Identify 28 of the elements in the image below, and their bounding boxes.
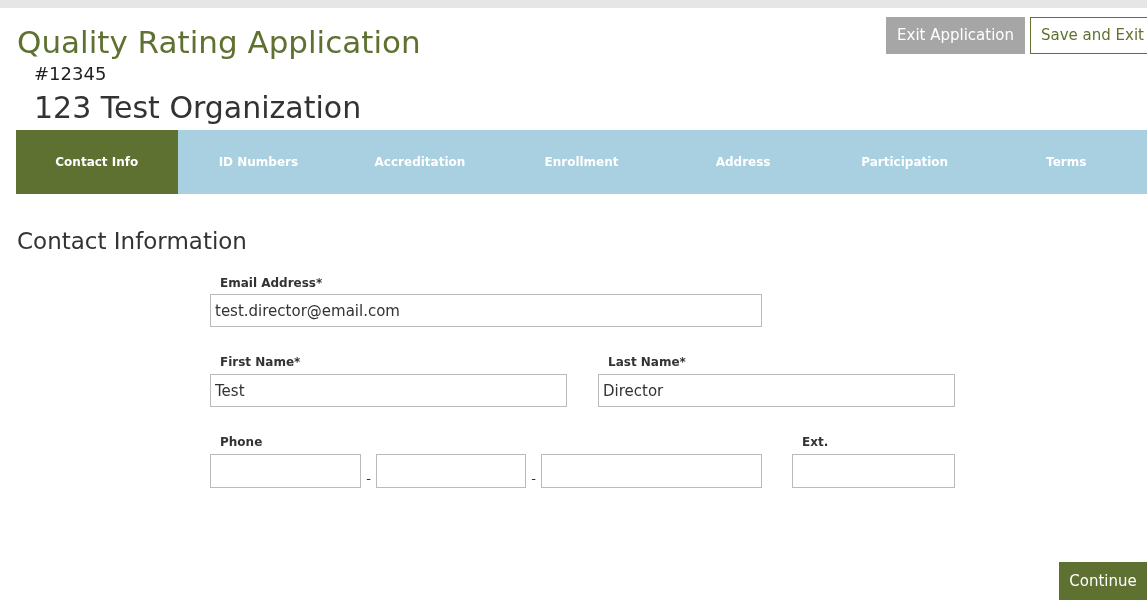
field-label: Ext. [801, 434, 829, 451]
app-title: Quality Rating Application [16, 24, 421, 60]
last-name-field[interactable]: Director [598, 374, 955, 407]
field-label: Last Name* [607, 354, 686, 371]
continue-button[interactable]: Continue [1059, 562, 1147, 600]
first-name-field[interactable]: Test [210, 374, 567, 407]
nav-tab[interactable]: Contact Info [16, 130, 178, 194]
dash-separator: - [530, 469, 537, 488]
exit-application-button[interactable]: Exit Application [886, 17, 1025, 54]
phone-area-field[interactable] [210, 454, 361, 488]
field-label: Phone [219, 434, 263, 451]
email-field[interactable]: test.director@email.com [210, 294, 762, 327]
nav-tab[interactable]: Accreditation [339, 130, 501, 194]
phone-line-field[interactable] [541, 454, 762, 488]
nav-tab[interactable]: Address [662, 130, 824, 194]
dash-separator: - [365, 469, 372, 488]
nav-tab[interactable]: ID Numbers [177, 130, 340, 194]
field-label: First Name* [219, 354, 301, 371]
organization-name: 123 Test Organization [33, 89, 363, 127]
application-number: #12345 [33, 62, 108, 86]
extension-field[interactable] [792, 454, 955, 488]
field-label: Email Address* [219, 275, 323, 292]
nav-tab[interactable]: Participation [823, 130, 986, 194]
phone-prefix-field[interactable] [376, 454, 526, 488]
nav-tab[interactable]: Enrollment [500, 130, 663, 194]
section-heading: Contact Information [16, 227, 248, 256]
save-and-exit-button[interactable]: Save and Exit [1030, 17, 1147, 54]
nav-tab[interactable]: Terms [985, 130, 1147, 194]
